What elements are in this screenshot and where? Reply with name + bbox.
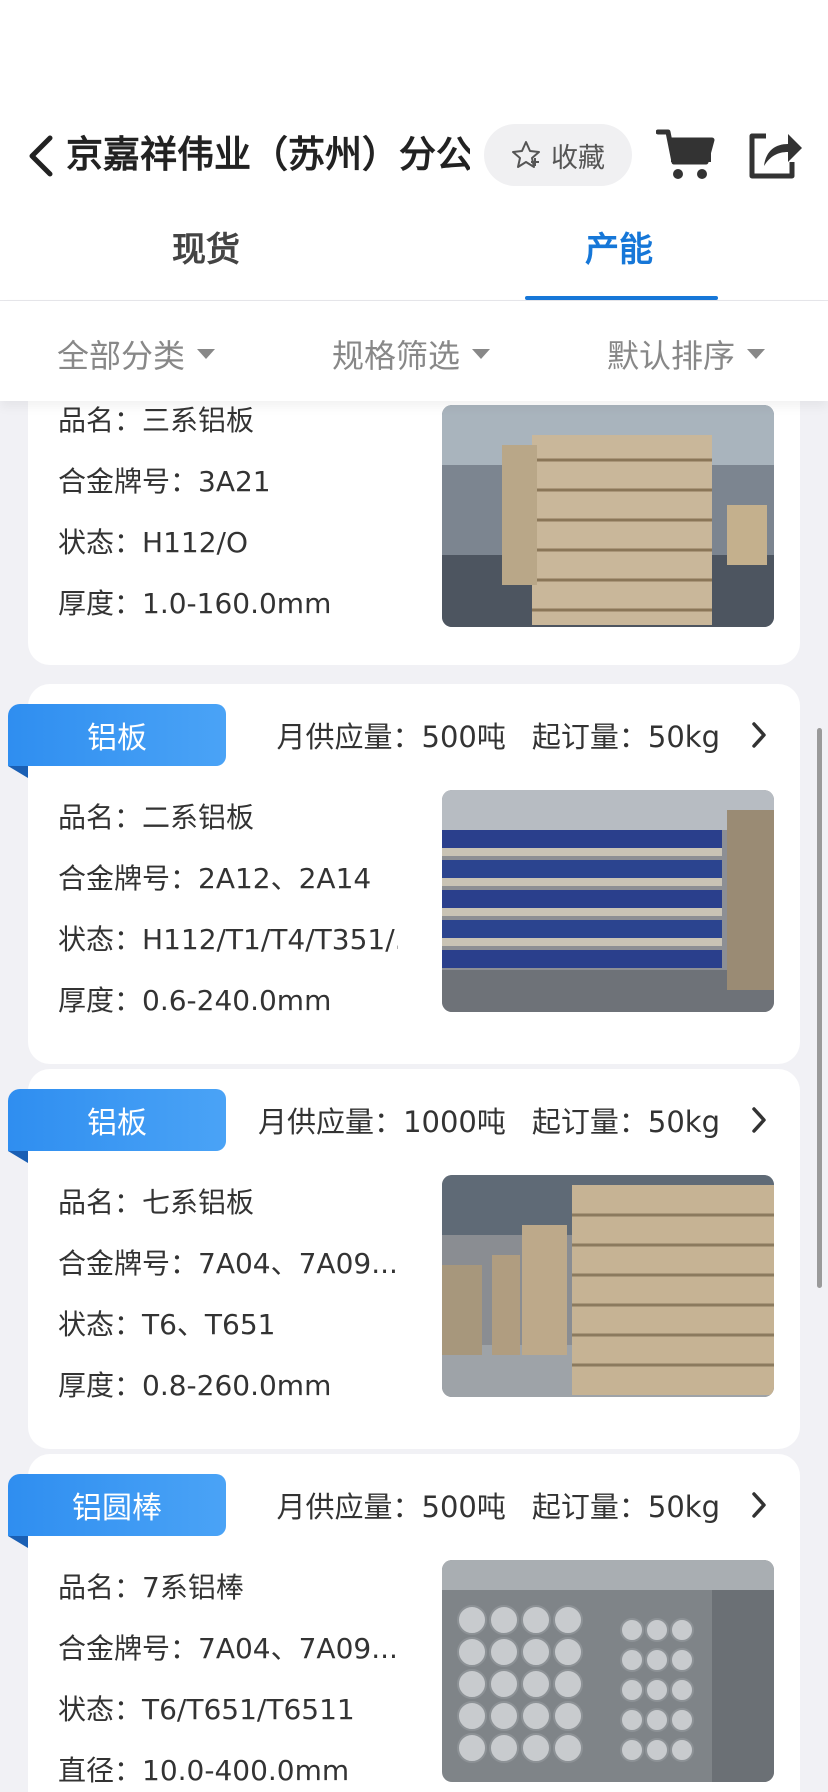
tag-fold xyxy=(8,1151,28,1163)
info-alloy: 合金牌号：7A04、7A09... xyxy=(58,1632,398,1665)
capacity-list: 品名：三系铝板 合金牌号：3A21 状态：H112/O 厚度：1.0-160.0… xyxy=(0,401,828,1792)
star-icon xyxy=(512,141,540,168)
info-thickness: 厚度：0.6-240.0mm xyxy=(58,984,332,1017)
info-name: 品名：二系铝板 xyxy=(58,801,255,834)
navigation-bar: 京嘉祥伟业（苏州）分公 收藏 xyxy=(0,112,828,198)
cart-icon[interactable] xyxy=(656,126,716,182)
min-order: 起订量：50kg xyxy=(531,720,720,754)
caret-down-icon xyxy=(472,349,491,359)
info-name: 品名：三系铝板 xyxy=(58,404,255,437)
monthly-supply: 月供应量：1000吨 xyxy=(258,1105,506,1139)
filter-category[interactable]: 全部分类 xyxy=(57,331,216,377)
scrollbar[interactable] xyxy=(817,728,822,1288)
monthly-supply: 月供应量：500吨 xyxy=(276,720,506,754)
tag-fold xyxy=(8,766,28,778)
filter-bar: 全部分类 规格筛选 默认排序 xyxy=(0,301,828,401)
favorite-button[interactable]: 收藏 xyxy=(484,124,632,186)
product-info: 品名：二系铝板 合金牌号：2A12、2A14 状态：H112/T1/T4/T35… xyxy=(58,798,398,1042)
product-photo[interactable] xyxy=(442,405,774,627)
supply-info[interactable]: 月供应量：1000吨 起订量：50kg xyxy=(258,1099,772,1141)
filter-spec[interactable]: 规格筛选 xyxy=(332,331,491,377)
info-diameter: 直径：10.0-400.0mm xyxy=(58,1754,350,1787)
card-header: 铝圆棒 月供应量：500吨 起订量：50kg xyxy=(8,1474,800,1548)
min-order: 起订量：50kg xyxy=(531,1490,720,1524)
info-temper: 状态：H112/T1/T4/T351/... xyxy=(58,923,398,956)
product-card[interactable]: 铝板 月供应量：500吨 起订量：50kg 品名：二系铝板 合金牌号：2A12、… xyxy=(8,684,800,1064)
share-icon[interactable] xyxy=(744,126,804,182)
chevron-right-icon xyxy=(752,1492,766,1518)
info-alloy: 合金牌号：2A12、2A14 xyxy=(58,862,372,895)
top-bar: 京嘉祥伟业（苏州）分公 收藏 现货 产能 xyxy=(0,0,828,301)
chevron-right-icon xyxy=(752,1107,766,1133)
info-alloy: 合金牌号：7A04、7A09... xyxy=(58,1247,398,1280)
min-order: 起订量：50kg xyxy=(531,1105,720,1139)
tab-capacity[interactable]: 产能 xyxy=(585,222,653,271)
caret-down-icon xyxy=(747,349,766,359)
filter-spec-label: 规格筛选 xyxy=(332,337,461,375)
product-card[interactable]: 铝板 月供应量：1000吨 起订量：50kg 品名：七系铝板 合金牌号：7A04… xyxy=(8,1069,800,1449)
info-thickness: 厚度：1.0-160.0mm xyxy=(58,587,332,620)
info-temper: 状态：T6/T651/T6511 xyxy=(58,1693,355,1726)
card-header: 铝板 月供应量：1000吨 起订量：50kg xyxy=(8,1089,800,1163)
caret-down-icon xyxy=(197,349,216,359)
info-thickness: 厚度：0.8-260.0mm xyxy=(58,1369,332,1402)
category-tag: 铝板 xyxy=(8,1089,226,1151)
filter-category-label: 全部分类 xyxy=(57,337,186,375)
supply-info[interactable]: 月供应量：500吨 起订量：50kg xyxy=(277,714,773,756)
tag-fold xyxy=(8,1536,28,1548)
tab-bar: 现货 产能 xyxy=(0,212,828,300)
category-tag: 铝圆棒 xyxy=(8,1474,226,1536)
filter-sort-label: 默认排序 xyxy=(607,337,736,375)
product-card[interactable]: 铝圆棒 月供应量：500吨 起订量：50kg 品名：7系铝棒 合金牌号：7A04… xyxy=(8,1454,800,1792)
back-arrow-icon[interactable] xyxy=(24,134,60,178)
favorite-label: 收藏 xyxy=(551,142,605,174)
shop-title: 京嘉祥伟业（苏州）分公 xyxy=(66,133,470,176)
product-info: 品名：三系铝板 合金牌号：3A21 状态：H112/O 厚度：1.0-160.0… xyxy=(58,401,398,645)
category-tag: 铝板 xyxy=(8,704,226,766)
product-card[interactable]: 品名：三系铝板 合金牌号：3A21 状态：H112/O 厚度：1.0-160.0… xyxy=(28,401,800,665)
info-temper: 状态：T6、T651 xyxy=(58,1308,276,1341)
info-name: 品名：7系铝棒 xyxy=(58,1571,244,1604)
product-photo[interactable] xyxy=(442,1175,774,1397)
product-info: 品名：7系铝棒 合金牌号：7A04、7A09... 状态：T6/T651/T65… xyxy=(58,1568,398,1792)
info-alloy: 合金牌号：3A21 xyxy=(58,465,271,498)
monthly-supply: 月供应量：500吨 xyxy=(276,1490,506,1524)
supply-info[interactable]: 月供应量：500吨 起订量：50kg xyxy=(277,1484,773,1526)
tab-spot[interactable]: 现货 xyxy=(172,222,240,271)
info-temper: 状态：H112/O xyxy=(58,526,248,559)
product-photo[interactable] xyxy=(442,1560,774,1782)
chevron-right-icon xyxy=(752,722,766,748)
filter-sort[interactable]: 默认排序 xyxy=(607,331,766,377)
product-photo[interactable] xyxy=(442,790,774,1012)
info-name: 品名：七系铝板 xyxy=(58,1186,255,1219)
card-header: 铝板 月供应量：500吨 起订量：50kg xyxy=(8,704,800,778)
product-info: 品名：七系铝板 合金牌号：7A04、7A09... 状态：T6、T651 厚度：… xyxy=(58,1183,398,1427)
